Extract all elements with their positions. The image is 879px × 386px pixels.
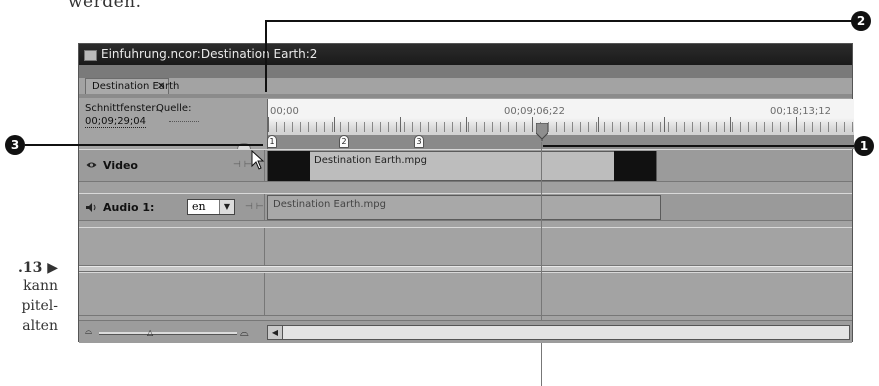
audio-track-header: Audio 1: en ▼ ⊣ ⊢ — [79, 194, 265, 220]
timeline-footer: ⌓ △ ⌓ ◀ — [79, 320, 852, 343]
current-timecode[interactable]: 00;09;29;04 — [85, 116, 147, 128]
sync-lock-icon[interactable]: ⊣ ⊢ — [245, 202, 264, 212]
audio-clip[interactable]: Destination Earth.mpg — [267, 195, 661, 220]
sync-lock-icon[interactable]: ⊣ ⊢ — [233, 160, 252, 170]
schedule-label: Schnittfenster: — [85, 103, 159, 114]
language-select[interactable]: en ▼ — [187, 199, 235, 215]
video-track: Video ⊣ ⊢ Destination Earth.mpg — [79, 149, 852, 182]
zoom-slider-thumb[interactable]: △ — [147, 328, 153, 337]
clip-thumbnail — [268, 151, 310, 181]
mouse-cursor-icon — [251, 150, 265, 170]
callout-leader — [543, 145, 854, 147]
timeline-window: Einfuhrung.ncor:Destination Earth:2 Dest… — [78, 43, 854, 386]
empty-track-header — [79, 228, 265, 265]
tab-divider — [79, 94, 852, 98]
figure-label: .13 ▶ — [18, 260, 58, 276]
callout-badge: 3 — [5, 135, 25, 155]
track-separator — [79, 182, 852, 193]
ruler-timecode: 00;00 — [270, 106, 299, 117]
audio-track: Audio 1: en ▼ ⊣ ⊢ Destination Earth.mpg — [79, 193, 852, 221]
callout-leader — [265, 20, 267, 92]
timecode-panel: Schnittfenster: Quelle: 00;09;29;04 — [85, 99, 265, 155]
scroll-left-icon[interactable]: ◀ — [268, 326, 283, 339]
time-ruler[interactable]: 00;00 00;09;06;22 00;18;13;12 1 2 3 — [267, 99, 854, 149]
track-name-video: Video — [103, 159, 138, 172]
chapter-marker[interactable]: 3 — [414, 135, 424, 148]
callout-leader — [266, 20, 853, 22]
empty-track — [79, 227, 852, 266]
clip-title: Destination Earth.mpg — [273, 199, 386, 210]
video-clip[interactable]: Destination Earth.mpg — [267, 151, 657, 181]
empty-track — [79, 272, 852, 316]
close-icon[interactable]: ✕ — [157, 79, 165, 95]
ruler-major-ticks — [268, 117, 854, 132]
book-text-top: werden. — [68, 0, 142, 12]
tab-strip — [79, 65, 852, 78]
video-track-header: Video ⊣ ⊢ — [79, 150, 265, 181]
empty-track-header — [79, 273, 265, 315]
chevron-down-icon[interactable]: ▼ — [219, 200, 234, 214]
clip-title: Destination Earth.mpg — [314, 155, 427, 166]
speaker-icon[interactable] — [85, 202, 97, 213]
language-value: en — [192, 200, 206, 213]
horizontal-scrollbar[interactable]: ◀ — [267, 325, 850, 340]
window-titlebar[interactable]: Einfuhrung.ncor:Destination Earth:2 — [79, 44, 852, 65]
tab-label: Destination Earth — [92, 81, 180, 92]
zoom-in-icon[interactable]: ⌓ — [240, 326, 249, 340]
chapter-marker[interactable]: 2 — [339, 135, 349, 148]
chapter-marker[interactable]: 1 — [267, 135, 277, 148]
playhead-line — [541, 142, 542, 386]
source-timecode-field[interactable] — [169, 121, 199, 122]
window-title: Einfuhrung.ncor:Destination Earth:2 — [101, 47, 318, 61]
source-label: Quelle: — [156, 103, 192, 114]
eye-icon[interactable] — [86, 161, 97, 169]
caption-line-3: alten — [22, 318, 58, 334]
callout-badge: 2 — [851, 11, 871, 31]
ruler-timecode: 00;18;13;12 — [770, 106, 832, 117]
zoom-slider-track[interactable] — [99, 332, 237, 335]
tab-destination-earth[interactable]: Destination Earth ✕ — [85, 78, 179, 95]
timeline-icon — [84, 50, 97, 61]
zoom-out-icon[interactable]: ⌓ — [85, 327, 92, 337]
zoom-slider[interactable]: ⌓ △ ⌓ — [85, 325, 259, 339]
callout-badge: 1 — [854, 136, 874, 156]
caption-line-2: pitel- — [21, 298, 58, 314]
track-name-audio: Audio 1: — [103, 201, 155, 214]
callout-leader — [25, 144, 263, 146]
ruler-timecode: 00;09;06;22 — [504, 106, 566, 117]
playhead-handle-icon[interactable] — [536, 123, 548, 141]
clip-thumbnail — [614, 151, 656, 181]
caption-line-1: kann — [23, 278, 58, 294]
